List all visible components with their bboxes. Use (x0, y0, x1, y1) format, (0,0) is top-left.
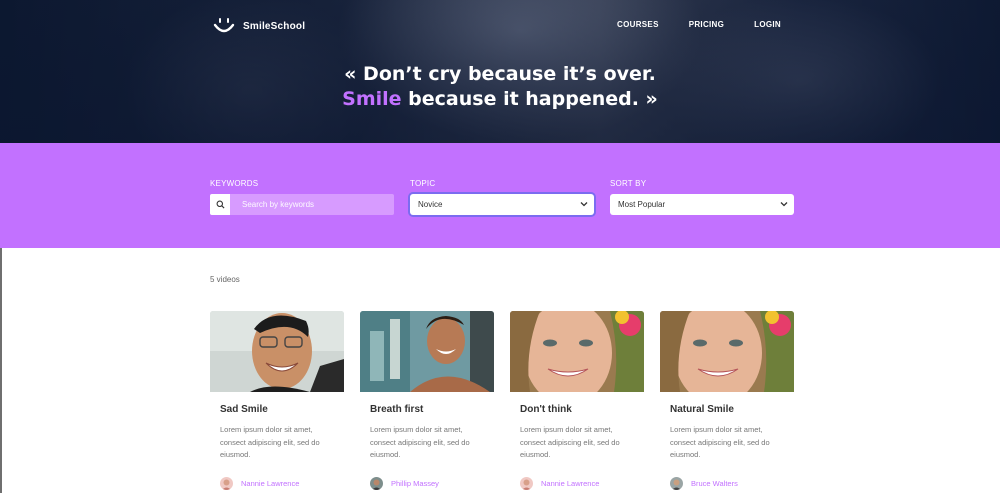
chevron-down-icon (780, 202, 788, 207)
avatar (520, 477, 533, 490)
topic-label: TOPIC (410, 179, 436, 188)
video-card[interactable]: Sad Smile Lorem ipsum dolor sit amet, co… (210, 311, 344, 490)
author-name: Nannie Lawrence (241, 479, 300, 488)
video-author[interactable]: Phillip Massey (370, 477, 484, 490)
hero-quote-accent: Smile (342, 88, 402, 110)
results-count: 5 videos (210, 275, 240, 284)
topic-select[interactable]: Novice (410, 194, 594, 215)
video-title[interactable]: Sad Smile (220, 404, 334, 415)
video-thumbnail[interactable] (510, 311, 644, 392)
brand-logo[interactable]: SmileSchool (213, 14, 305, 38)
video-thumbnail[interactable] (660, 311, 794, 392)
topic-filter: TOPIC Novice (410, 179, 594, 215)
video-title[interactable]: Breath first (370, 404, 484, 415)
brand-name: SmileSchool (243, 20, 306, 32)
topic-select-value: Novice (418, 200, 443, 209)
search-box (210, 194, 394, 215)
hero-quote-line-1: « Don’t cry because it’s over. (344, 63, 656, 85)
sort-select-value: Most Popular (618, 200, 666, 209)
smile-logo-icon (213, 15, 235, 37)
search-icon[interactable] (210, 194, 230, 215)
video-card[interactable]: Don't think Lorem ipsum dolor sit amet, … (510, 311, 644, 490)
author-name: Bruce Walters (691, 479, 738, 488)
hero-quote-rest: because it happened. » (401, 88, 658, 110)
nav-pricing[interactable]: PRICING (689, 20, 724, 29)
video-description: Lorem ipsum dolor sit amet, consect adip… (520, 425, 620, 460)
video-thumbnail[interactable] (360, 311, 494, 392)
video-description: Lorem ipsum dolor sit amet, consect adip… (370, 425, 470, 460)
video-description: Lorem ipsum dolor sit amet, consect adip… (220, 425, 320, 460)
main-nav: COURSES PRICING LOGIN (617, 20, 781, 29)
author-name: Phillip Massey (391, 479, 439, 488)
keywords-filter: KEYWORDS (210, 179, 394, 215)
video-card[interactable]: Natural Smile Lorem ipsum dolor sit amet… (660, 311, 794, 490)
sort-select[interactable]: Most Popular (610, 194, 794, 215)
sort-filter: SORT BY Most Popular (610, 179, 794, 215)
video-author[interactable]: Nannie Lawrence (220, 477, 334, 490)
avatar (370, 477, 383, 490)
keywords-label: KEYWORDS (210, 179, 259, 188)
video-title[interactable]: Natural Smile (670, 404, 784, 415)
video-author[interactable]: Bruce Walters (670, 477, 784, 490)
avatar (670, 477, 683, 490)
nav-courses[interactable]: COURSES (617, 20, 659, 29)
video-grid: Sad Smile Lorem ipsum dolor sit amet, co… (210, 311, 794, 490)
video-description: Lorem ipsum dolor sit amet, consect adip… (670, 425, 770, 460)
video-thumbnail[interactable] (210, 311, 344, 392)
nav-login[interactable]: LOGIN (754, 20, 781, 29)
sort-label: SORT BY (610, 179, 647, 188)
video-author[interactable]: Nannie Lawrence (520, 477, 634, 490)
video-card[interactable]: Breath first Lorem ipsum dolor sit amet,… (360, 311, 494, 490)
avatar (220, 477, 233, 490)
hero-banner: SmileSchool COURSES PRICING LOGIN « Don’… (0, 0, 1000, 143)
chevron-down-icon (580, 202, 588, 207)
search-input[interactable] (230, 194, 394, 215)
video-title[interactable]: Don't think (520, 404, 634, 415)
filter-band: KEYWORDS TOPIC Novice SORT BY Most Popul… (0, 143, 1000, 248)
hero-quote-line-2: Smile because it happened. » (0, 87, 1000, 112)
author-name: Nannie Lawrence (541, 479, 600, 488)
